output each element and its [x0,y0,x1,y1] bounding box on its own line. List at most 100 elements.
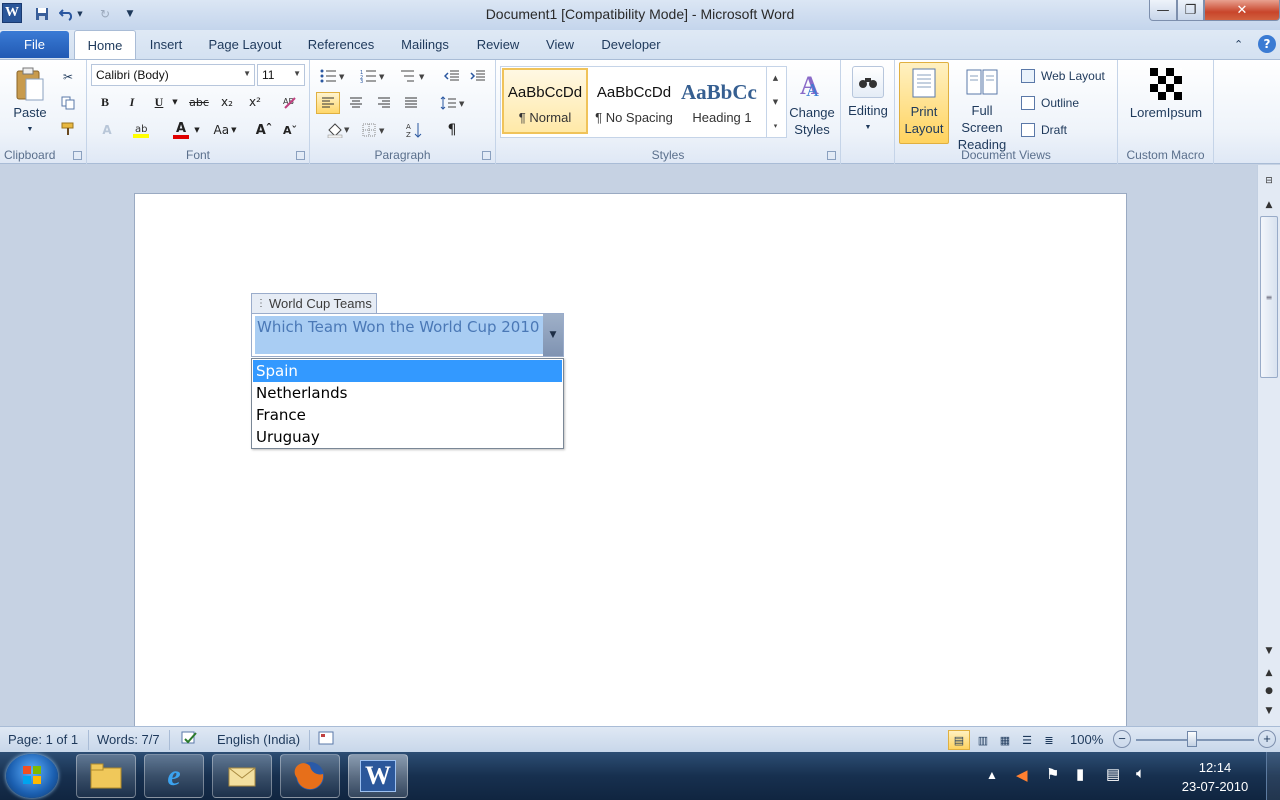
full-screen-reading-button[interactable]: Full Screen Reading [951,66,1013,153]
content-control-placeholder[interactable]: Which Team Won the World Cup 2010 [255,316,544,354]
tab-developer[interactable]: Developer [590,30,672,59]
draft-button[interactable]: Draft [1021,122,1067,138]
font-launcher-icon[interactable] [296,151,305,160]
decrease-indent-icon[interactable] [442,66,462,86]
sort-icon[interactable]: AZ [405,120,425,140]
network-icon[interactable]: ▤ [1106,765,1120,783]
align-left-button[interactable] [316,92,340,114]
shading-icon[interactable]: ▼ [326,120,352,140]
internet-explorer-icon[interactable]: e [144,754,204,798]
shrink-font-button[interactable]: Aˇ [280,120,300,140]
lorem-ipsum-button[interactable]: LoremIpsum [1122,68,1210,121]
action-center-icon[interactable]: ⚑ [1046,765,1059,783]
dropdown-option-france[interactable]: France [253,404,562,426]
document-area[interactable] [0,165,1257,726]
align-right-button[interactable] [374,93,394,113]
tab-page-layout[interactable]: Page Layout [200,30,290,59]
gallery-up-icon[interactable]: ▲ [773,74,778,82]
vertical-scrollbar[interactable]: ⊟ ▲ ≡ ▼ ▲ ● ▼ [1257,165,1280,726]
browse-object-icon[interactable]: ● [1260,683,1278,699]
close-button[interactable]: ✕ [1204,0,1280,21]
increase-indent-icon[interactable] [468,66,488,86]
maximize-button[interactable]: ❐ [1177,0,1204,21]
next-page-icon[interactable]: ▼ [1260,703,1278,719]
dropdown-option-netherlands[interactable]: Netherlands [253,382,562,404]
underline-dropdown-icon[interactable]: ▼ [169,92,181,112]
font-color-button[interactable]: A [171,120,191,140]
dropdown-arrow-button[interactable]: ▼ [543,314,563,356]
tab-references[interactable]: References [298,30,384,59]
minimize-ribbon-icon[interactable]: ⌃ [1234,38,1243,51]
bold-button[interactable]: B [95,92,115,112]
gallery-down-icon[interactable]: ▼ [773,98,778,106]
clock[interactable]: 12:14 23-07-2010 [1170,758,1260,796]
help-icon[interactable]: ? [1258,35,1276,53]
zoom-in-button[interactable]: + [1258,730,1276,748]
line-spacing-icon[interactable]: ▼ [438,93,468,113]
font-color-dropdown-icon[interactable]: ▼ [191,120,203,140]
copy-icon[interactable] [58,94,78,112]
styles-launcher-icon[interactable] [827,151,836,160]
print-layout-button[interactable]: Print Layout [899,62,949,144]
battery-icon[interactable]: ▮ [1076,765,1084,783]
word-count[interactable]: Words: 7/7 [97,732,160,747]
strikethrough-button[interactable]: abc [189,92,209,112]
superscript-button[interactable]: x² [245,92,265,112]
font-size-combo[interactable]: 11 ▼ [257,64,305,86]
scroll-thumb[interactable]: ≡ [1260,216,1278,378]
bullets-icon[interactable]: ▼ [318,66,348,86]
scroll-up-icon[interactable]: ▲ [1260,197,1278,213]
volume-icon[interactable]: 🔈︎ [1136,765,1145,782]
proofing-icon[interactable] [180,730,200,751]
outlook-icon[interactable] [212,754,272,798]
style-heading-1[interactable]: AaBbCc Heading 1 [679,68,765,134]
web-layout-button[interactable]: Web Layout [1021,68,1105,84]
italic-button[interactable]: I [122,92,142,112]
draft-view-icon[interactable]: ≣ [1038,730,1060,750]
change-styles-button[interactable]: AA Change Styles [786,68,838,138]
borders-icon[interactable]: ▼ [360,120,390,140]
zoom-out-button[interactable]: − [1113,730,1131,748]
page-count[interactable]: Page: 1 of 1 [8,732,78,747]
style-no-spacing[interactable]: AaBbCcDd ¶ No Spacing [591,68,677,134]
explorer-icon[interactable] [76,754,136,798]
underline-button[interactable]: U [149,92,169,112]
clear-formatting-icon[interactable]: AB [280,92,300,112]
document-page[interactable] [134,193,1127,733]
tab-view[interactable]: View [538,30,582,59]
tab-mailings[interactable]: Mailings [392,30,458,59]
tab-home[interactable]: Home [74,30,136,59]
clipboard-launcher-icon[interactable] [73,151,82,160]
language[interactable]: English (India) [217,732,300,747]
show-formatting-button[interactable]: ¶ [442,120,462,140]
outline-button[interactable]: Outline [1021,95,1079,111]
show-desktop-button[interactable] [1266,752,1280,800]
view-ruler-icon[interactable]: ⊟ [1260,173,1278,189]
content-control-title-tab[interactable]: ⋮ World Cup Teams [251,293,377,313]
font-family-combo[interactable]: Calibri (Body) ▼ [91,64,255,86]
cut-icon[interactable]: ✂ [58,68,78,86]
justify-button[interactable] [401,93,421,113]
change-case-button[interactable]: Aa▼ [211,120,239,140]
tab-insert[interactable]: Insert [140,30,192,59]
start-button[interactable] [6,754,58,798]
zoom-slider-thumb[interactable] [1187,731,1197,747]
print-layout-view-icon[interactable]: ▤ [948,730,970,750]
format-painter-icon[interactable] [58,120,78,138]
align-center-button[interactable] [346,93,366,113]
content-control-dropdown[interactable]: Which Team Won the World Cup 2010 ▼ [251,313,564,357]
minimize-button[interactable]: — [1149,0,1177,21]
text-effects-icon[interactable]: A [97,120,117,140]
scroll-down-icon[interactable]: ▼ [1260,643,1278,659]
full-screen-view-icon[interactable]: ▥ [972,730,994,750]
dropdown-option-uruguay[interactable]: Uruguay [253,426,562,448]
outline-view-icon[interactable]: ☰ [1016,730,1038,750]
zoom-level[interactable]: 100% [1070,732,1103,747]
subscript-button[interactable]: x₂ [217,92,237,112]
gallery-more-icon[interactable]: ▾ [774,122,778,130]
grow-font-button[interactable]: Aˆ [254,120,274,140]
editing-button[interactable]: Editing ▼ [844,66,892,136]
show-hidden-icons[interactable]: ▲ [986,768,998,782]
tab-review[interactable]: Review [466,30,530,59]
macro-record-icon[interactable] [318,730,334,749]
